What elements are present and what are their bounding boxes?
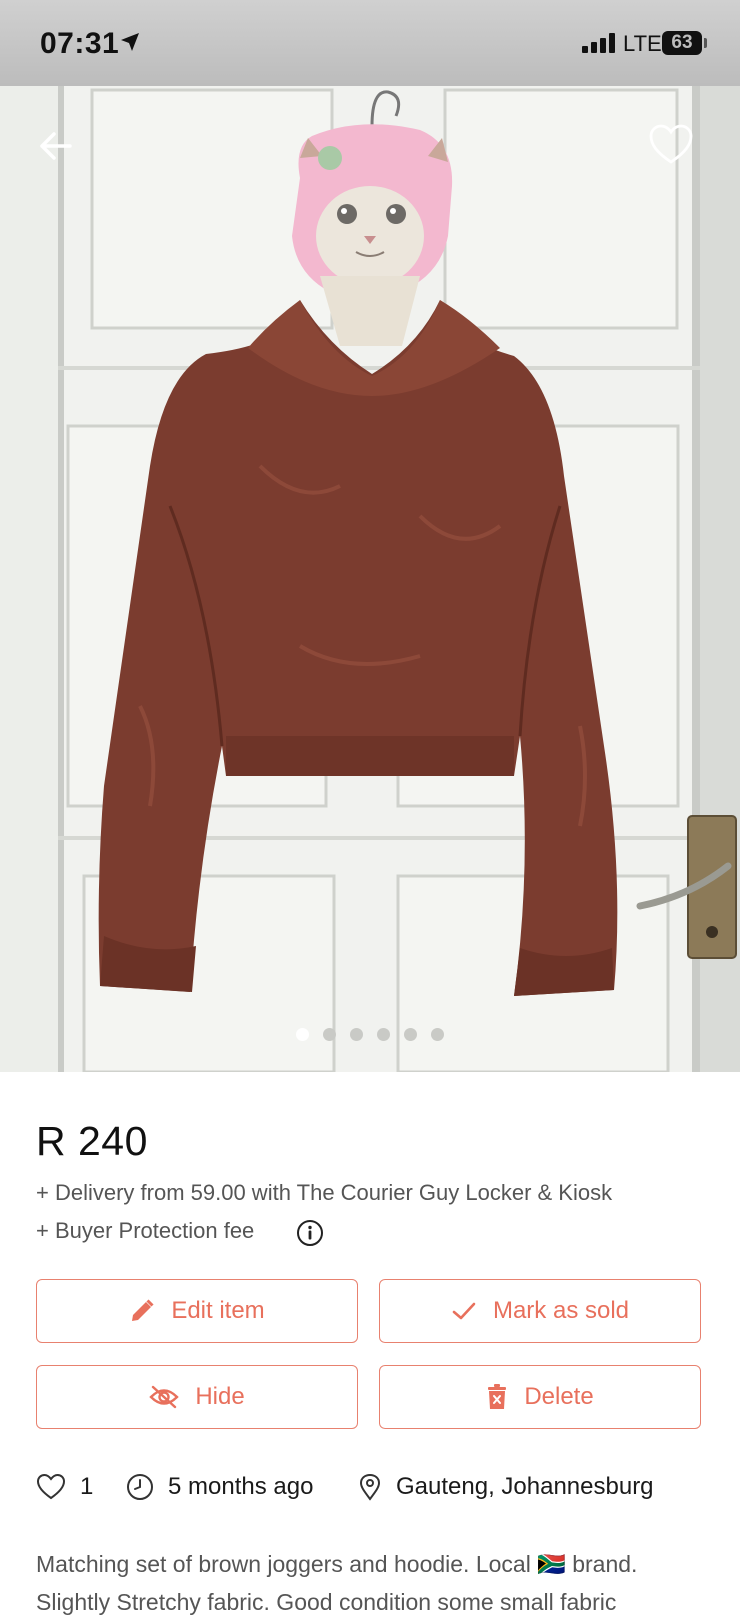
likes-count[interactable]: 1 (36, 1467, 93, 1507)
carousel-dot-5[interactable] (404, 1028, 417, 1041)
carousel-dot-6[interactable] (431, 1028, 444, 1041)
status-time: 07:31 (40, 27, 120, 60)
location-value: Gauteng, Johannesburg (396, 1473, 654, 1500)
carousel-dot-3[interactable] (350, 1028, 363, 1041)
battery-icon: 63 (662, 31, 702, 55)
posted-time-value: 5 months ago (168, 1473, 314, 1500)
delivery-info: + Delivery from 59.00 with The Courier G… (36, 1180, 613, 1205)
product-image-carousel[interactable] (0, 86, 740, 1072)
posted-time: 5 months ago (126, 1467, 313, 1507)
clock-icon (127, 1474, 153, 1500)
signal-icon (582, 33, 615, 53)
carousel-dot-1[interactable] (296, 1028, 309, 1041)
edit-item-button[interactable]: Edit item (36, 1279, 358, 1343)
trash-icon (488, 1384, 507, 1409)
info-icon[interactable] (296, 1219, 324, 1247)
delete-label: Delete (524, 1383, 594, 1410)
hide-label: Hide (195, 1383, 245, 1410)
edit-item-label: Edit item (171, 1297, 265, 1324)
listing-price: R 240 (36, 1118, 148, 1164)
description-line-2: Slightly Stretchy fabric. Good condition… (36, 1589, 617, 1615)
carousel-dot-2[interactable] (323, 1028, 336, 1041)
pencil-icon (132, 1299, 154, 1321)
mark-as-sold-label: Mark as sold (492, 1297, 630, 1324)
status-bar: 07:31 LTE 63 (0, 0, 740, 86)
mark-as-sold-button[interactable]: Mark as sold (379, 1279, 701, 1343)
location: Gauteng, Johannesburg (358, 1467, 654, 1507)
heart-outline-icon (36, 1473, 66, 1500)
battery-level: 63 (671, 32, 693, 53)
checkmark-icon (452, 1302, 476, 1320)
product-photo (0, 86, 740, 1072)
likes-value: 1 (80, 1473, 94, 1500)
description-line-1: Matching set of brown joggers and hoodie… (36, 1551, 638, 1577)
location-arrow-icon (121, 33, 139, 51)
carousel-dots[interactable] (0, 1028, 740, 1042)
delete-button[interactable]: Delete (379, 1365, 701, 1429)
carousel-dot-4[interactable] (377, 1028, 390, 1041)
network-label: LTE (623, 31, 662, 56)
hide-button[interactable]: Hide (36, 1365, 358, 1429)
battery-nub (704, 38, 707, 48)
heart-icon[interactable] (648, 124, 694, 166)
listing-description: Matching set of brown joggers and hoodie… (36, 1545, 716, 1621)
back-arrow-icon[interactable] (36, 126, 76, 166)
eye-off-icon (149, 1385, 180, 1409)
buyer-protection-info: + Buyer Protection fee (36, 1218, 255, 1243)
location-pin-icon (359, 1473, 381, 1501)
